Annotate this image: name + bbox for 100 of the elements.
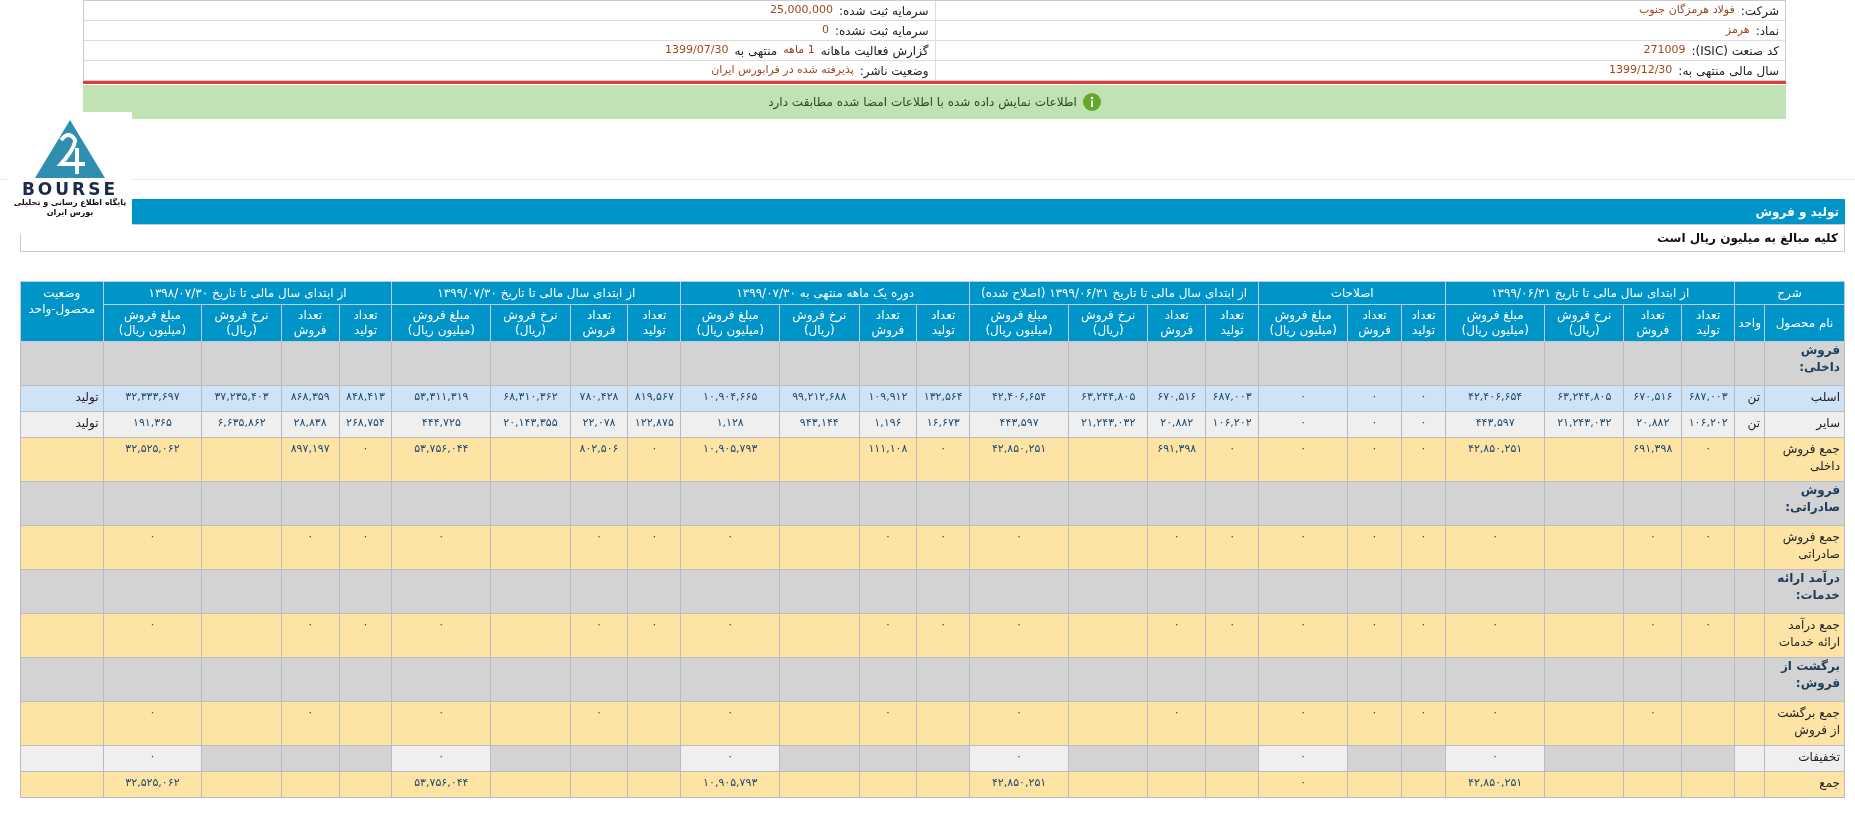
column-header: مبلغ فروش (میلیون ریال) [391,304,491,342]
column-group-header: اصلاحات [1258,281,1446,305]
table-cell: جمع فروش داخلی [1782,442,1840,473]
table-cell: ۴۲,۸۵۰,۲۵۱ [1468,442,1523,455]
table-cell: ۰ [651,618,658,631]
column-header: تعداد فروش [570,304,628,342]
table-cell: ۲۱,۲۴۳,۰۳۲ [1081,416,1136,429]
column-header: تعداد فروش [859,304,917,342]
table-cell: ۰ [884,530,891,543]
table-cell: ۳۲,۳۳۳,۶۹۷ [125,390,180,403]
table-cell: ۰ [1420,530,1427,543]
table-cell: ۰ [651,442,658,455]
table-cell: ۰ [1229,530,1236,543]
column-group-header: از ابتدای سال مالی تا تاریخ ۱۳۹۹/۰۶/۳۱ (اصلاح شده) [969,281,1259,305]
alert-message: اطلاعات نمایش داده شده با اطلاعات امضا شده مطابقت دارد [768,94,1077,111]
table-cell: ۱۹۱,۳۶۵ [132,416,172,429]
column-header: تعداد تولید [1681,304,1735,342]
table-row[interactable]: سایر تن ۱۰۶,۲۰۲ ۲۰,۸۸۲ ۲۱,۲۴۳,۰۳۲ ۴۴۳,۵۹۷ ۰ ۰ ۰ ۱۰۶,۲۰۲ ۲۰,۸۸۲ ۲۱,۲۴۳,۰۳۲ ۴۴۳,۵۹۷ ۱۶,۶۷۳ ۱,۱۹۶ ۹۴۳,۱۴۴ ۱,۱۲۸ ۱۲۲,۸۷۵ ۲۲,۰۷۸ ۲۰,۱۴۳,۳۵۵ ۴۴۴,۷۲۵ ۲۶۸,۷۵۴ ۲۸,۸۳۸ ۶,۶۳۵,۸۶۲ ۱۹۱,۳۶۵ تولید [20,411,1845,438]
column-header: تعداد تولید [627,304,681,342]
table-cell: ۰ [1173,618,1180,631]
table-cell: ۰ [1420,706,1427,719]
table-cell: ۷۸۰,۴۲۸ [579,390,619,403]
table-cell: ۵۳,۳۱۱,۳۱۹ [414,390,469,403]
table-cell: ۰ [1705,530,1712,543]
table-cell: ۰ [438,706,445,719]
triangle-logo-icon [33,118,107,180]
table-cell: ۵۳,۷۵۶,۰۴۴ [414,776,469,789]
table-cell: ۰ [1649,530,1656,543]
table-cell: ۱۶,۶۷۳ [926,416,960,429]
info-icon [1082,93,1101,111]
table-cell: تخفیفات [1798,750,1840,764]
column-group-header: از ابتدای سال مالی تا تاریخ ۱۳۹۸/۰۷/۳۰ [103,281,392,305]
table-cell: ۰ [1649,706,1656,719]
table-cell: جمع [1819,776,1840,790]
table-cell: ۴۲,۸۵۰,۲۵۱ [1468,776,1523,789]
table-cell: ۰ [307,618,314,631]
table-cell: ۰ [1492,750,1499,763]
table-cell: ۰ [362,442,369,455]
field-label: گزارش فعالیت ماهانه [820,42,929,60]
table-cell: ۰ [596,530,602,543]
table-cell: ۰ [1229,618,1236,631]
table-cell: ۰ [727,618,734,631]
table-cell: ۰ [1705,442,1712,455]
table-cell: ۰ [727,706,734,719]
table-cell: ۰ [307,706,314,719]
field-label: سرمایه ثبت نشده: [834,22,929,40]
field-value: 1 ماهه [783,42,815,59]
table-cell: ۰ [884,618,891,631]
table-cell: ۰ [1016,530,1023,543]
table-cell: ۰ [727,750,734,763]
table-cell: ۱۳۲,۵۶۴ [923,390,963,403]
table-cell: ۰ [727,530,734,543]
table-row[interactable] [20,385,1845,412]
table-cell: ۱۰,۹۰۵,۷۹۳ [703,776,758,789]
table-cell: ۰ [1371,416,1378,429]
column-header: مبلغ فروش (میلیون ریال) [103,304,202,342]
table-cell: ۰ [940,442,947,455]
column-header: مبلغ فروش (میلیون ریال) [680,304,780,342]
table-cell: ۰ [940,618,947,631]
column-header: مبلغ فروش (میلیون ریال) [969,304,1069,342]
column-group-header: وضعیت محصول-واحد [20,281,104,342]
table-cell: ۶۹۱,۳۹۸ [1633,442,1673,455]
table-cell: ۲۲,۰۷۸ [582,416,616,429]
logo-wordmark: BOURSE [21,180,119,198]
column-header: نام محصول [1764,304,1845,342]
table-cell: تولید [75,390,99,404]
column-header: نرخ فروش (ریال) [490,304,571,342]
section-title: تولید و فروش [1755,203,1839,221]
table-cell: ۰ [1300,618,1307,631]
table-cell: ۶,۶۳۵,۸۶۲ [217,416,266,429]
field-value: 1399/12/30 [1608,62,1673,79]
field-value: 271009 [1643,42,1686,59]
table-cell: ۰ [149,618,156,631]
table-cell: ۱,۱۹۶ [874,416,902,429]
column-header: تعداد فروش [1624,304,1682,342]
table-cell: ۰ [1492,706,1499,719]
table-cell: ۰ [149,530,156,543]
table-cell: ۱۲۲,۸۷۵ [634,416,674,429]
table-cell: ۰ [1420,416,1427,429]
table-cell: ۰ [1300,776,1307,789]
table-cell: ۲۸,۸۳۸ [293,416,327,429]
table-cell: اسلب [1810,390,1840,404]
field-value: هرمز [1725,22,1750,39]
table-cell: ۰ [1300,416,1307,429]
column-header: تعداد تولید [1205,304,1259,342]
table-cell: ۰ [1016,750,1023,763]
table-cell: ۰ [1016,706,1023,719]
table-cell: ۴۲,۴۰۶,۶۵۴ [991,390,1047,403]
column-header: تعداد فروش [1347,304,1402,342]
column-header: نرخ فروش (ریال) [1068,304,1148,342]
table-cell: ۲۶۸,۷۵۴ [346,416,385,429]
table-cell: ۰ [362,618,369,631]
column-header: نرخ فروش (ریال) [201,304,282,342]
table-cell: ۱۰,۹۰۵,۷۹۳ [703,442,758,455]
table-cell: ۰ [1371,706,1378,719]
table-cell: ۴۲,۸۵۰,۲۵۱ [991,776,1047,789]
logo-tagline: پایگاه اطلاع رسانی و تحلیلی بورس ایران [12,198,128,218]
table-cell: ۴۲,۸۵۰,۲۵۱ [991,442,1047,455]
table-cell: ۸۴۸,۴۱۳ [346,390,385,403]
field-label: سال مالی منتهی به: [1678,62,1779,80]
